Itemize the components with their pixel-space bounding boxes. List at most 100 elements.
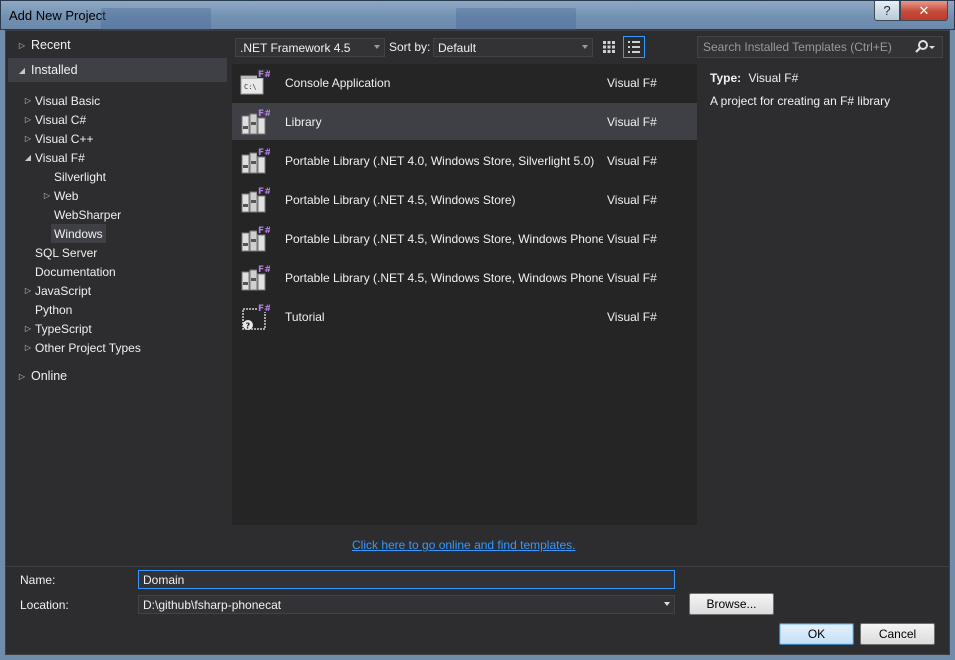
tree-item-label: Windows xyxy=(54,226,103,241)
tutorial-icon: ? F# xyxy=(240,301,272,331)
details-type-label: Type: xyxy=(710,71,742,85)
tree-item-typescript[interactable]: ▷ TypeScript xyxy=(22,319,92,338)
browse-button[interactable]: Browse... xyxy=(689,593,774,615)
tree-section-label: Recent xyxy=(31,38,71,52)
template-item-portable-library-net45-phone-1[interactable]: F# Portable Library (.NET 4.5, Windows S… xyxy=(232,220,697,257)
grid-view-icon xyxy=(603,41,615,53)
template-name: Portable Library (.NET 4.5, Windows Stor… xyxy=(285,232,603,246)
tree-section-online[interactable]: ▷ Online xyxy=(16,364,67,388)
cancel-button[interactable]: Cancel xyxy=(860,623,935,645)
tree-item-silverlight[interactable]: Silverlight xyxy=(54,167,106,186)
svg-text:F#: F# xyxy=(258,70,270,80)
template-item-portable-library-net45-phone-2[interactable]: F# Portable Library (.NET 4.5, Windows S… xyxy=(232,259,697,296)
details-type-value: Visual F# xyxy=(748,71,799,85)
tree-item-other-project-types[interactable]: ▷ Other Project Types xyxy=(22,338,141,357)
tree-item-web[interactable]: ▷ Web xyxy=(41,186,79,205)
sort-select[interactable]: Default xyxy=(433,38,593,57)
template-name: Portable Library (.NET 4.0, Windows Stor… xyxy=(285,154,595,168)
template-item-tutorial[interactable]: ? F# Tutorial Visual F# xyxy=(232,298,697,335)
tree-section-recent[interactable]: ▷ Recent xyxy=(16,33,71,57)
tree-item-label: JavaScript xyxy=(35,283,92,298)
library-icon: F# xyxy=(240,106,272,136)
tree-item-label: WebSharper xyxy=(54,207,122,222)
template-name: Portable Library (.NET 4.5, Windows Stor… xyxy=(285,271,603,285)
expand-arrow-icon: ▷ xyxy=(18,371,26,381)
close-button[interactable]: ✕ xyxy=(900,1,948,21)
framework-select[interactable]: .NET Framework 4.5 xyxy=(235,38,385,57)
template-language: Visual F# xyxy=(607,76,657,90)
tree-item-sql-server[interactable]: SQL Server xyxy=(35,243,97,262)
portable-library-icon: F# xyxy=(240,145,272,175)
title-bar: Add New Project ? ✕ xyxy=(0,0,955,30)
tree-item-websharper[interactable]: WebSharper xyxy=(54,205,121,224)
project-name-input[interactable]: Domain xyxy=(138,570,675,589)
chevron-down-icon xyxy=(582,45,588,49)
template-list: C:\ F# Console Application Visual F# F# … xyxy=(232,64,697,525)
help-button[interactable]: ? xyxy=(874,1,900,21)
template-item-library[interactable]: F# Library Visual F# xyxy=(232,103,697,140)
template-name: Portable Library (.NET 4.5, Windows Stor… xyxy=(285,193,516,207)
tree-item-label: Visual F# xyxy=(35,150,85,165)
background-window-ghost xyxy=(456,8,576,30)
tree-item-python[interactable]: Python xyxy=(35,300,72,319)
tree-item-javascript[interactable]: ▷ JavaScript xyxy=(22,281,91,300)
template-item-console-application[interactable]: C:\ F# Console Application Visual F# xyxy=(232,64,697,101)
tree-item-label: Other Project Types xyxy=(35,340,141,355)
template-language: Visual F# xyxy=(607,232,657,246)
template-item-portable-library-net45-store[interactable]: F# Portable Library (.NET 4.5, Windows S… xyxy=(232,181,697,218)
expand-arrow-icon: ▷ xyxy=(24,324,32,333)
tree-item-visual-basic[interactable]: ▷ Visual Basic xyxy=(22,91,100,110)
tree-section-installed[interactable]: ◢ Installed xyxy=(8,58,227,82)
template-name: Tutorial xyxy=(285,310,325,324)
tree-section-label: Installed xyxy=(31,63,78,77)
template-search-input[interactable]: Search Installed Templates (Ctrl+E) xyxy=(697,36,943,58)
tree-item-visual-csharp[interactable]: ▷ Visual C# xyxy=(22,110,86,129)
expand-arrow-icon: ▷ xyxy=(24,96,32,105)
console-app-icon: C:\ F# xyxy=(240,67,272,97)
tree-item-windows[interactable]: Windows xyxy=(51,224,106,243)
framework-select-value: .NET Framework 4.5 xyxy=(240,40,351,55)
ok-button[interactable]: OK xyxy=(779,623,854,645)
list-view-button[interactable] xyxy=(623,36,645,58)
tree-item-label: Silverlight xyxy=(54,169,107,184)
template-language: Visual F# xyxy=(607,115,657,129)
tree-item-visual-cpp[interactable]: ▷ Visual C++ xyxy=(22,129,94,148)
project-name-value: Domain xyxy=(143,572,185,587)
template-details: Type: Visual F# A project for creating a… xyxy=(710,70,940,108)
collapse-arrow-icon: ◢ xyxy=(24,153,32,162)
template-language: Visual F# xyxy=(607,193,657,207)
svg-text:F#: F# xyxy=(258,265,270,275)
expand-arrow-icon: ▷ xyxy=(24,343,32,352)
tree-item-label: Visual C# xyxy=(35,112,87,127)
svg-text:C:\: C:\ xyxy=(244,83,257,91)
small-icons-view-button[interactable] xyxy=(598,36,620,58)
svg-text:F#: F# xyxy=(258,304,270,314)
list-view-icon xyxy=(628,41,640,53)
tree-section-label: Online xyxy=(31,369,68,383)
window-border xyxy=(0,655,955,660)
template-language: Visual F# xyxy=(607,271,657,285)
tree-item-label: TypeScript xyxy=(35,321,92,336)
tree-item-visual-fsharp[interactable]: ◢ Visual F# xyxy=(22,148,85,167)
template-name: Library xyxy=(285,115,322,129)
portable-library-icon: F# xyxy=(240,262,272,292)
tree-item-label: Visual C++ xyxy=(35,131,94,146)
sort-by-label: Sort by: xyxy=(389,40,431,54)
location-combobox[interactable]: D:\github\fsharp-phonecat xyxy=(138,595,675,614)
expand-arrow-icon: ▷ xyxy=(24,286,32,295)
svg-text:F#: F# xyxy=(258,109,270,119)
svg-text:F#: F# xyxy=(258,226,270,236)
tree-item-documentation[interactable]: Documentation xyxy=(35,262,116,281)
background-window-ghost xyxy=(101,8,211,30)
template-item-portable-library-net40[interactable]: F# Portable Library (.NET 4.0, Windows S… xyxy=(232,142,697,179)
portable-library-icon: F# xyxy=(240,184,272,214)
tree-item-label: Python xyxy=(35,302,73,317)
svg-text:?: ? xyxy=(246,322,251,331)
template-language: Visual F# xyxy=(607,310,657,324)
search-icon[interactable] xyxy=(914,40,936,57)
chevron-down-icon xyxy=(664,602,670,606)
details-description: A project for creating an F# library xyxy=(710,94,891,108)
tree-item-label: Web xyxy=(54,188,79,203)
sort-select-value: Default xyxy=(438,40,477,55)
online-templates-link[interactable]: Click here to go online and find templat… xyxy=(352,538,575,552)
